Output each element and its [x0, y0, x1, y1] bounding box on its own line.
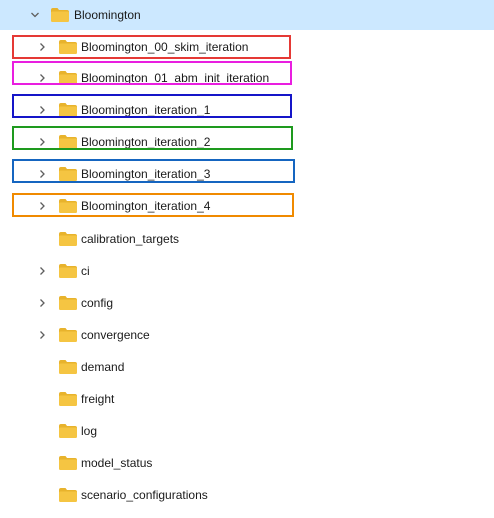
- tree-item-label: demand: [81, 360, 125, 374]
- folder-icon: [59, 488, 77, 502]
- tree-item-label: ci: [81, 264, 90, 278]
- chevron-right-icon[interactable]: [37, 266, 47, 276]
- highlight-outline: [12, 159, 295, 183]
- tree-item-label: scenario_configurations: [81, 488, 208, 502]
- tree-item-calibration-targets[interactable]: calibration_targets: [0, 224, 494, 254]
- tree-item-freight[interactable]: freight: [0, 384, 494, 414]
- tree-item-label: model_status: [81, 456, 153, 470]
- folder-icon: [59, 328, 77, 342]
- folder-icon: [59, 456, 77, 470]
- highlight-outline: [12, 126, 293, 150]
- highlight-outline: [12, 35, 291, 59]
- tree-item-ci[interactable]: ci: [0, 256, 494, 286]
- tree-item-demand[interactable]: demand: [0, 352, 494, 382]
- tree-item-label: calibration_targets: [81, 232, 180, 246]
- chevron-right-icon[interactable]: [37, 298, 47, 308]
- tree-item-label: convergence: [81, 328, 150, 342]
- tree-root-bloomington[interactable]: Bloomington: [0, 0, 494, 30]
- tree-item-model-status[interactable]: model_status: [0, 448, 494, 478]
- folder-icon: [59, 232, 77, 246]
- tree-item-scenario-configurations[interactable]: scenario_configurations: [0, 480, 494, 510]
- tree-item-log[interactable]: log: [0, 416, 494, 446]
- folder-icon: [59, 264, 77, 278]
- chevron-right-icon[interactable]: [37, 330, 47, 340]
- folder-icon: [59, 424, 77, 438]
- tree-root-label: Bloomington: [74, 8, 141, 22]
- folder-icon: [59, 392, 77, 406]
- tree-item-label: config: [81, 296, 114, 310]
- highlight-outline: [12, 193, 294, 217]
- highlight-outline: [12, 94, 292, 118]
- chevron-down-icon[interactable]: [30, 10, 40, 20]
- tree-item-config[interactable]: config: [0, 288, 494, 318]
- tree-item-convergence[interactable]: convergence: [0, 320, 494, 350]
- folder-icon: [51, 8, 69, 22]
- folder-icon: [59, 360, 77, 374]
- highlight-outline: [12, 61, 292, 85]
- tree-item-label: freight: [81, 392, 115, 406]
- tree-item-label: log: [81, 424, 98, 438]
- folder-icon: [59, 296, 77, 310]
